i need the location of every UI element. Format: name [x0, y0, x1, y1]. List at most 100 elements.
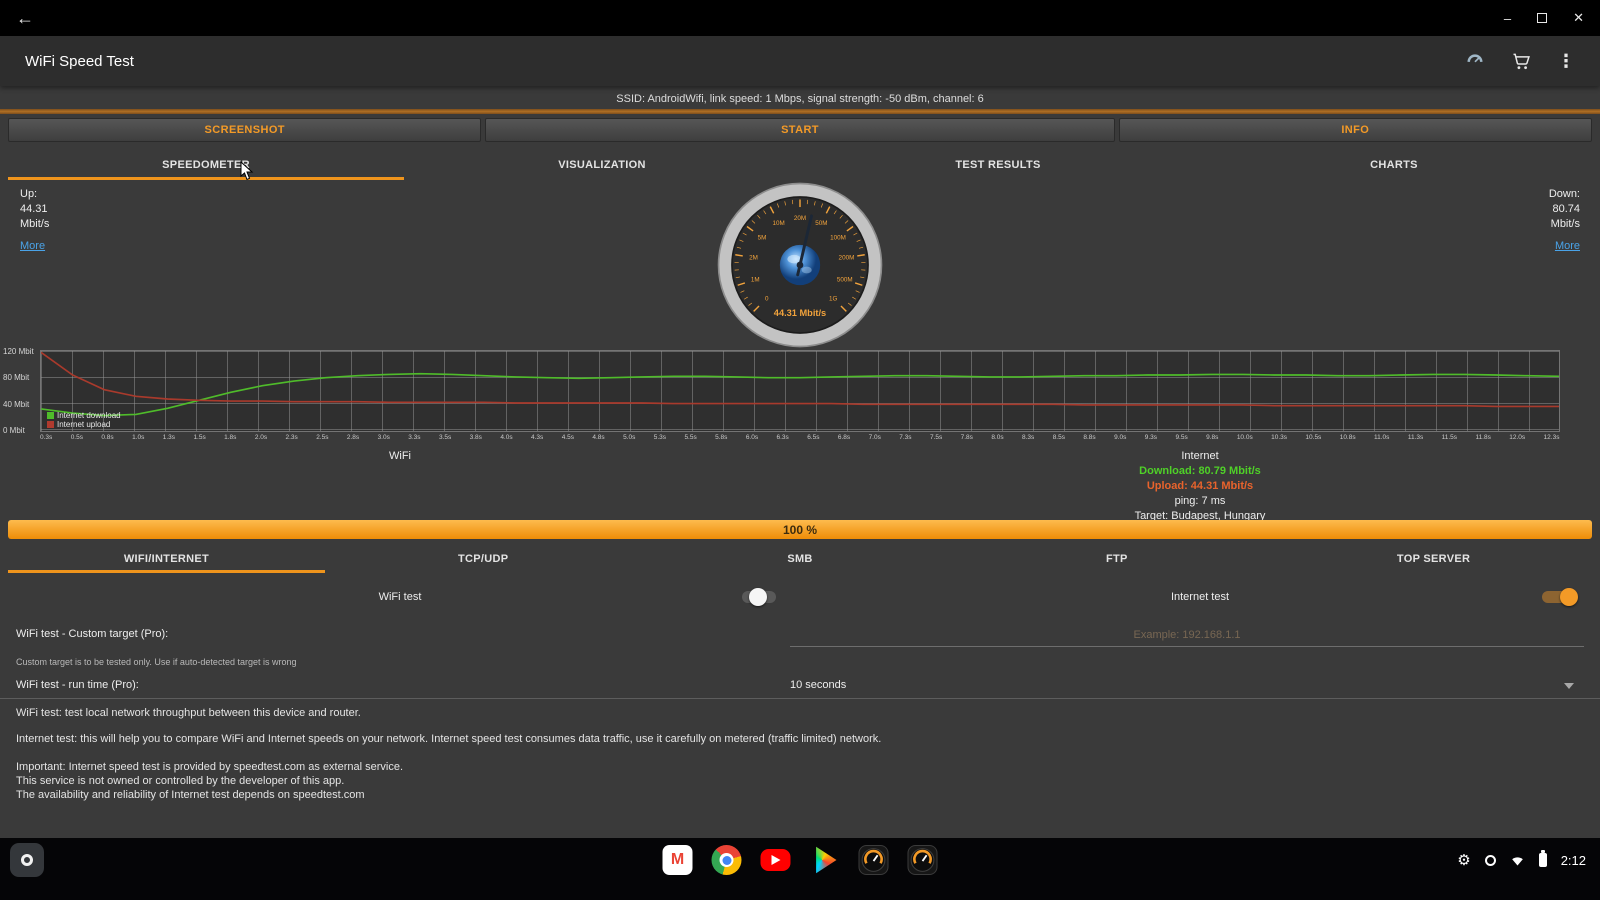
chrome-ring — [720, 853, 734, 867]
progress-label: 100 % — [783, 523, 817, 537]
ping-result: ping: 7 ms — [800, 494, 1600, 509]
tab-tcp-udp[interactable]: TCP/UDP — [325, 545, 642, 573]
app-title: WiFi Speed Test — [25, 53, 134, 70]
wifi-icon — [1510, 853, 1525, 868]
google-play-icon[interactable] — [810, 845, 840, 875]
main-tab-bar: SPEEDOMETER VISUALIZATION TEST RESULTS C… — [8, 149, 1592, 180]
wifi-test-description: WiFi test: test local network throughput… — [16, 707, 361, 719]
tab-visualization[interactable]: VISUALIZATION — [404, 149, 800, 180]
chrome-icon[interactable] — [712, 845, 742, 875]
tab-top-server[interactable]: TOP SERVER — [1275, 545, 1592, 573]
x-axis-tick: 4.0s — [500, 434, 512, 441]
x-axis-tick: 2.5s — [316, 434, 328, 441]
x-axis-tick: 7.0s — [869, 434, 881, 441]
tab-wifi-internet[interactable]: WIFI/INTERNET — [8, 545, 325, 573]
gauge-scale-label: 200M — [839, 255, 855, 262]
x-axis-tick: 0.3s — [40, 434, 52, 441]
test-toggles-row: WiFi test Internet test — [0, 581, 1600, 613]
y-axis-tick: 80 Mbit — [3, 373, 38, 382]
youtube-icon[interactable] — [761, 849, 791, 871]
action-button-row: SCREENSHOT START INFO — [8, 118, 1592, 142]
cart-icon[interactable] — [1511, 51, 1531, 71]
tab-charts[interactable]: CHARTS — [1196, 149, 1592, 180]
custom-target-input[interactable] — [790, 623, 1584, 647]
important-note-line3: The availability and reliability of Inte… — [16, 789, 365, 801]
clock: 2:12 — [1561, 853, 1586, 868]
down-value: 80.74 — [1549, 202, 1580, 217]
legend-label: Internet upload — [57, 420, 110, 429]
gauge-scale-label: 10M — [773, 220, 785, 227]
internet-test-toggle[interactable] — [1542, 591, 1576, 603]
runtime-spinner[interactable]: 10 seconds — [790, 679, 846, 691]
x-axis-tick: 6.8s — [838, 434, 850, 441]
tab-test-results[interactable]: TEST RESULTS — [800, 149, 1196, 180]
close-icon[interactable]: ✕ — [1573, 10, 1584, 26]
x-axis-tick: 0.8s — [101, 434, 113, 441]
x-axis-tick: 10.8s — [1340, 434, 1356, 441]
runtime-row: WiFi test - run time (Pro): 10 seconds — [0, 674, 1600, 699]
important-note-line2: This service is not owned or controlled … — [16, 775, 344, 787]
x-axis-tick: 9.8s — [1206, 434, 1218, 441]
legend-label: Internet download — [57, 411, 121, 420]
x-axis-tick: 8.8s — [1083, 434, 1095, 441]
wifi-speed-test-app-icon-2[interactable] — [908, 845, 938, 875]
up-value: 44.31 — [20, 202, 49, 217]
x-axis-tick: 0.5s — [71, 434, 83, 441]
tab-ftp[interactable]: FTP — [958, 545, 1275, 573]
x-axis-tick: 8.0s — [991, 434, 1003, 441]
gmail-icon[interactable]: M — [663, 845, 693, 875]
chart-series-line — [41, 352, 1559, 406]
x-axis-tick: 6.3s — [777, 434, 789, 441]
x-axis-tick: 1.0s — [132, 434, 144, 441]
up-more-link[interactable]: More — [20, 239, 49, 254]
mouse-cursor — [240, 161, 254, 181]
gauge-scale-label: 5M — [758, 234, 767, 241]
app-toolbar: WiFi Speed Test ⋮ — [0, 36, 1600, 86]
down-more-link[interactable]: More — [1549, 239, 1580, 254]
play-triangle-icon — [771, 855, 780, 865]
x-axis-tick: 6.5s — [807, 434, 819, 441]
status-tray[interactable]: ⚙ 2:12 — [1457, 838, 1586, 882]
tab-smb[interactable]: SMB — [642, 545, 959, 573]
download-stat-panel: Down: 80.74 Mbit/s More — [1549, 187, 1580, 254]
gauge-value-text: 44.31 Mbit/s — [774, 308, 826, 318]
minimize-icon[interactable]: – — [1504, 11, 1511, 26]
divider-bar — [0, 109, 1600, 114]
x-axis-tick: 9.5s — [1175, 434, 1187, 441]
chart-legend: Internet downloadInternet upload — [47, 411, 121, 429]
overflow-menu-icon[interactable]: ⋮ — [1557, 51, 1575, 72]
wifi-speed-test-app-icon[interactable] — [859, 845, 889, 875]
info-button[interactable]: INFO — [1119, 118, 1592, 142]
y-axis-tick: 40 Mbit — [3, 400, 38, 409]
upload-result: Upload: 44.31 Mbit/s — [800, 479, 1600, 494]
start-button[interactable]: START — [485, 118, 1114, 142]
wifi-result-title: WiFi — [0, 449, 800, 464]
ssid-status-text: SSID: AndroidWifi, link speed: 1 Mbps, s… — [0, 93, 1600, 105]
screenshot-button[interactable]: SCREENSHOT — [8, 118, 481, 142]
x-axis-tick: 7.5s — [930, 434, 942, 441]
chart-series-line — [41, 374, 1559, 416]
x-axis-tick: 12.3s — [1544, 434, 1560, 441]
launcher-button[interactable] — [10, 843, 44, 877]
legend-swatch — [47, 412, 54, 419]
back-icon[interactable]: ← — [16, 8, 34, 29]
settings-tab-bar: WIFI/INTERNET TCP/UDP SMB FTP TOP SERVER — [8, 545, 1592, 573]
speed-meter-icon[interactable] — [1465, 51, 1485, 71]
gauge-scale-label: 2M — [749, 255, 758, 262]
legend-swatch — [47, 421, 54, 428]
x-axis-tick: 5.3s — [654, 434, 666, 441]
launcher-icon — [21, 854, 33, 866]
legend-item: Internet download — [47, 411, 121, 420]
x-axis-tick: 2.3s — [286, 434, 298, 441]
screen: ← – ✕ WiFi Speed Test ⋮ SSID: AndroidWif… — [0, 0, 1600, 900]
down-label: Down: — [1549, 187, 1580, 202]
x-axis-tick: 11.0s — [1374, 434, 1389, 441]
chart-x-axis: 0.3s0.5s0.8s1.0s1.3s1.5s1.8s2.0s2.3s2.5s… — [40, 434, 1560, 441]
x-axis-tick: 1.3s — [163, 434, 175, 441]
wifi-test-toggle[interactable] — [742, 591, 776, 603]
x-axis-tick: 1.5s — [193, 434, 205, 441]
wifi-result-column: WiFi — [0, 449, 800, 519]
tab-speedometer[interactable]: SPEEDOMETER — [8, 149, 404, 180]
maximize-icon[interactable] — [1537, 13, 1547, 23]
x-axis-tick: 1.8s — [224, 434, 236, 441]
